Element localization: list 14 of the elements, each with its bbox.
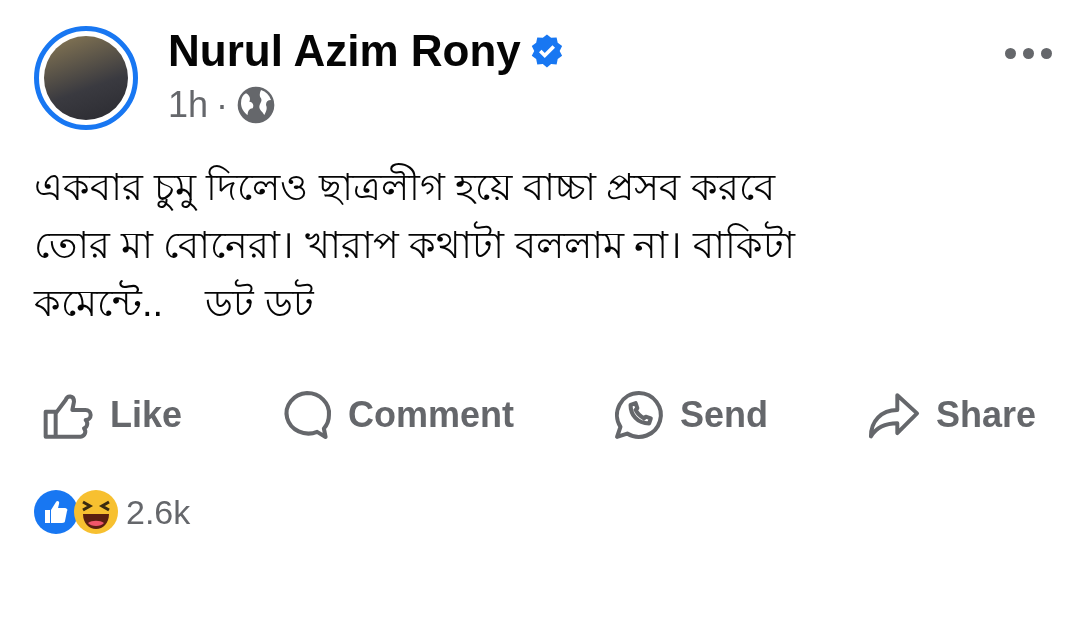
avatar[interactable] [34,26,138,130]
post-time[interactable]: 1h [168,84,209,126]
like-button[interactable]: Like [42,388,183,442]
share-button[interactable]: Share [865,388,1036,442]
more-options-icon[interactable] [1005,48,1052,59]
comment-button[interactable]: Comment [280,388,514,442]
separator-dot: · [216,84,229,126]
globe-icon[interactable] [236,85,277,125]
laughing-reaction-icon [74,490,118,534]
post-text: একবার চুমু দিলেও ছাত্রলীগ হয়ে বাচ্চা প্রসব করবে তোর মা বোনেরা। খারাপ কথাটা বললাম না। বাকিটা কমেন্টে.. ডট ডট [0,130,1080,332]
reaction-count[interactable]: 2.6k [126,492,191,532]
author-name[interactable]: Nurul Azim Rony [168,26,521,76]
send-button[interactable]: Send [611,388,768,442]
like-reaction-icon [34,490,78,534]
